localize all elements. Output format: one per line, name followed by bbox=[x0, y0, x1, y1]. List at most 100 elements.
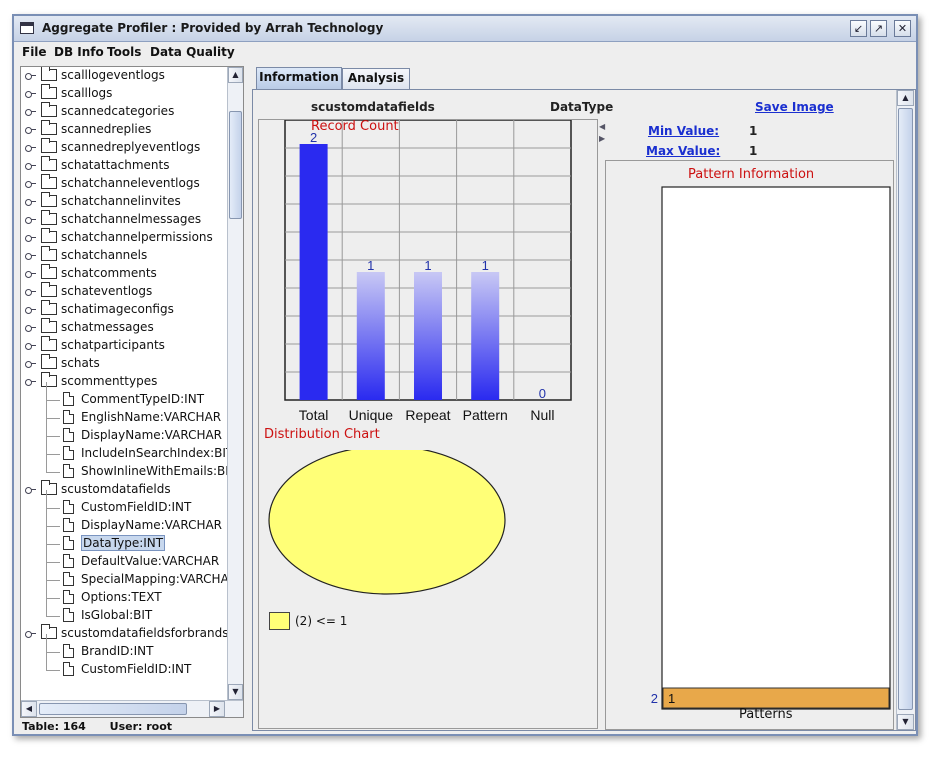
tree-collapsed-handle-icon[interactable] bbox=[25, 342, 36, 350]
tree-connector-line bbox=[46, 562, 60, 563]
content-vertical-scrollbar[interactable]: ▲ ▼ bbox=[896, 90, 914, 730]
pattern-plot-area bbox=[661, 186, 891, 710]
tree-item-label: DefaultValue:VARCHAR bbox=[81, 554, 220, 568]
record-count-title: Record Count bbox=[311, 119, 399, 134]
scroll-left-icon[interactable]: ◀ bbox=[21, 701, 37, 717]
tree-collapsed-handle-icon[interactable] bbox=[25, 72, 36, 80]
scroll-up-icon[interactable]: ▲ bbox=[228, 67, 243, 83]
folder-icon bbox=[41, 102, 57, 117]
category-label: Pattern bbox=[463, 407, 508, 423]
save-image-link[interactable]: Save Image bbox=[755, 100, 834, 114]
document-icon bbox=[63, 608, 74, 622]
legend-swatch bbox=[269, 612, 290, 630]
pattern-chart: 12 bbox=[651, 186, 891, 710]
app-window: Aggregate Profiler : Provided by Arrah T… bbox=[12, 14, 918, 736]
folder-icon bbox=[41, 120, 57, 135]
tree-collapsed-handle-icon[interactable] bbox=[25, 252, 36, 260]
tree-collapsed-handle-icon[interactable] bbox=[25, 306, 36, 314]
tree-collapsed-handle-icon[interactable] bbox=[25, 234, 36, 242]
min-value-link[interactable]: Min Value: bbox=[648, 124, 719, 138]
tree-collapsed-handle-icon[interactable] bbox=[25, 216, 36, 224]
close-icon[interactable]: ✕ bbox=[894, 20, 911, 37]
tree-connector-line bbox=[46, 508, 47, 526]
menu-file[interactable]: File bbox=[22, 45, 47, 59]
maximize-icon[interactable]: ↗ bbox=[870, 20, 887, 37]
document-icon bbox=[63, 590, 74, 604]
folder-icon bbox=[41, 228, 57, 243]
scroll-right-icon[interactable]: ▶ bbox=[209, 701, 225, 717]
bar-total bbox=[299, 144, 328, 400]
table-tree[interactable]: scalllogeventlogs scalllogs scannedcategor… bbox=[20, 66, 244, 718]
tree-item-label: IsGlobal:BIT bbox=[81, 608, 153, 622]
tab-analysis[interactable]: Analysis bbox=[342, 68, 410, 89]
bar-pattern bbox=[471, 272, 500, 400]
content-scroll-down-icon[interactable]: ▼ bbox=[897, 714, 914, 730]
content-scroll-thumb[interactable] bbox=[898, 108, 913, 710]
splitter-left-arrow[interactable]: ◀ bbox=[599, 122, 605, 131]
title-bar[interactable]: Aggregate Profiler : Provided by Arrah T… bbox=[14, 16, 916, 42]
folder-icon bbox=[41, 67, 57, 81]
document-icon bbox=[63, 518, 74, 532]
pattern-value-label: 2 bbox=[651, 691, 658, 706]
tree-collapsed-handle-icon[interactable] bbox=[25, 90, 36, 98]
tree-connector-line bbox=[46, 454, 60, 455]
tree-collapsed-handle-icon[interactable] bbox=[25, 180, 36, 188]
menu-data-quality[interactable]: Data Quality bbox=[150, 45, 235, 59]
tree-expanded-handle-icon[interactable] bbox=[25, 630, 36, 638]
document-icon bbox=[63, 392, 74, 406]
tree-item-label: schatcomments bbox=[61, 266, 157, 280]
content-scroll-up-icon[interactable]: ▲ bbox=[897, 90, 914, 106]
tree-item-label: schats bbox=[61, 356, 100, 370]
status-user: User: root bbox=[109, 720, 173, 733]
tree-collapsed-handle-icon[interactable] bbox=[25, 324, 36, 332]
scroll-down-icon[interactable]: ▼ bbox=[228, 684, 243, 700]
status-table-count: Table: 164 bbox=[22, 720, 86, 733]
menu-tools[interactable]: Tools bbox=[107, 45, 141, 59]
tree-collapsed-handle-icon[interactable] bbox=[25, 144, 36, 152]
folder-icon bbox=[41, 318, 57, 333]
tree-connector-line bbox=[46, 580, 47, 598]
tree-scroll-thumb[interactable] bbox=[229, 111, 242, 219]
bar-value-label: 0 bbox=[539, 386, 546, 401]
tree-vertical-scrollbar[interactable]: ▲ ▼ bbox=[227, 67, 243, 700]
tree-item-label: schatchannelmessages bbox=[61, 212, 202, 226]
folder-icon bbox=[41, 84, 57, 99]
tree-item-label: scannedreplyeventlogs bbox=[61, 140, 201, 154]
tree-connector-line bbox=[46, 526, 60, 527]
status-bar: Table: 164 User: root bbox=[22, 720, 172, 733]
tree-item-label: schatattachments bbox=[61, 158, 170, 172]
tree-hscroll-thumb[interactable] bbox=[39, 703, 187, 715]
folder-icon bbox=[41, 336, 57, 351]
tree-item-label: schatchannelpermissions bbox=[61, 230, 213, 244]
max-value-link[interactable]: Max Value: bbox=[646, 144, 720, 158]
tree-item-label: CustomFieldID:INT bbox=[81, 662, 192, 676]
folder-icon bbox=[41, 138, 57, 153]
tree-collapsed-handle-icon[interactable] bbox=[25, 270, 36, 278]
category-label: Repeat bbox=[405, 407, 450, 423]
tree-connector-line bbox=[46, 436, 60, 437]
tree-collapsed-handle-icon[interactable] bbox=[25, 360, 36, 368]
tree-item-label: scalllogeventlogs bbox=[61, 68, 165, 82]
tree-item-label: SpecialMapping:VARCHAR bbox=[81, 572, 238, 586]
document-icon bbox=[63, 662, 74, 676]
tree-item-label: schatimageconfigs bbox=[61, 302, 174, 316]
menu-db-info[interactable]: DB Info bbox=[54, 45, 104, 59]
tree-collapsed-handle-icon[interactable] bbox=[25, 198, 36, 206]
document-icon bbox=[63, 464, 74, 478]
folder-icon bbox=[41, 354, 57, 369]
document-icon bbox=[63, 446, 74, 460]
tab-information[interactable]: Information bbox=[256, 67, 342, 89]
tree-item-label: scalllogs bbox=[61, 86, 113, 100]
tree-collapsed-handle-icon[interactable] bbox=[25, 288, 36, 296]
tree-collapsed-handle-icon[interactable] bbox=[25, 126, 36, 134]
minimize-icon[interactable]: ↙ bbox=[850, 20, 867, 37]
splitter-right-arrow[interactable]: ▶ bbox=[599, 134, 605, 143]
tree-item-label: scannedcategories bbox=[61, 104, 175, 118]
tree-collapsed-handle-icon[interactable] bbox=[25, 162, 36, 170]
tree-expanded-handle-icon[interactable] bbox=[25, 378, 36, 386]
tree-connector-line bbox=[46, 454, 47, 472]
tree-horizontal-scrollbar[interactable]: ◀ ▶ bbox=[21, 700, 243, 717]
tree-item-label: ShowInlineWithEmails:BIT bbox=[81, 464, 237, 478]
tree-collapsed-handle-icon[interactable] bbox=[25, 108, 36, 116]
tree-expanded-handle-icon[interactable] bbox=[25, 486, 36, 494]
